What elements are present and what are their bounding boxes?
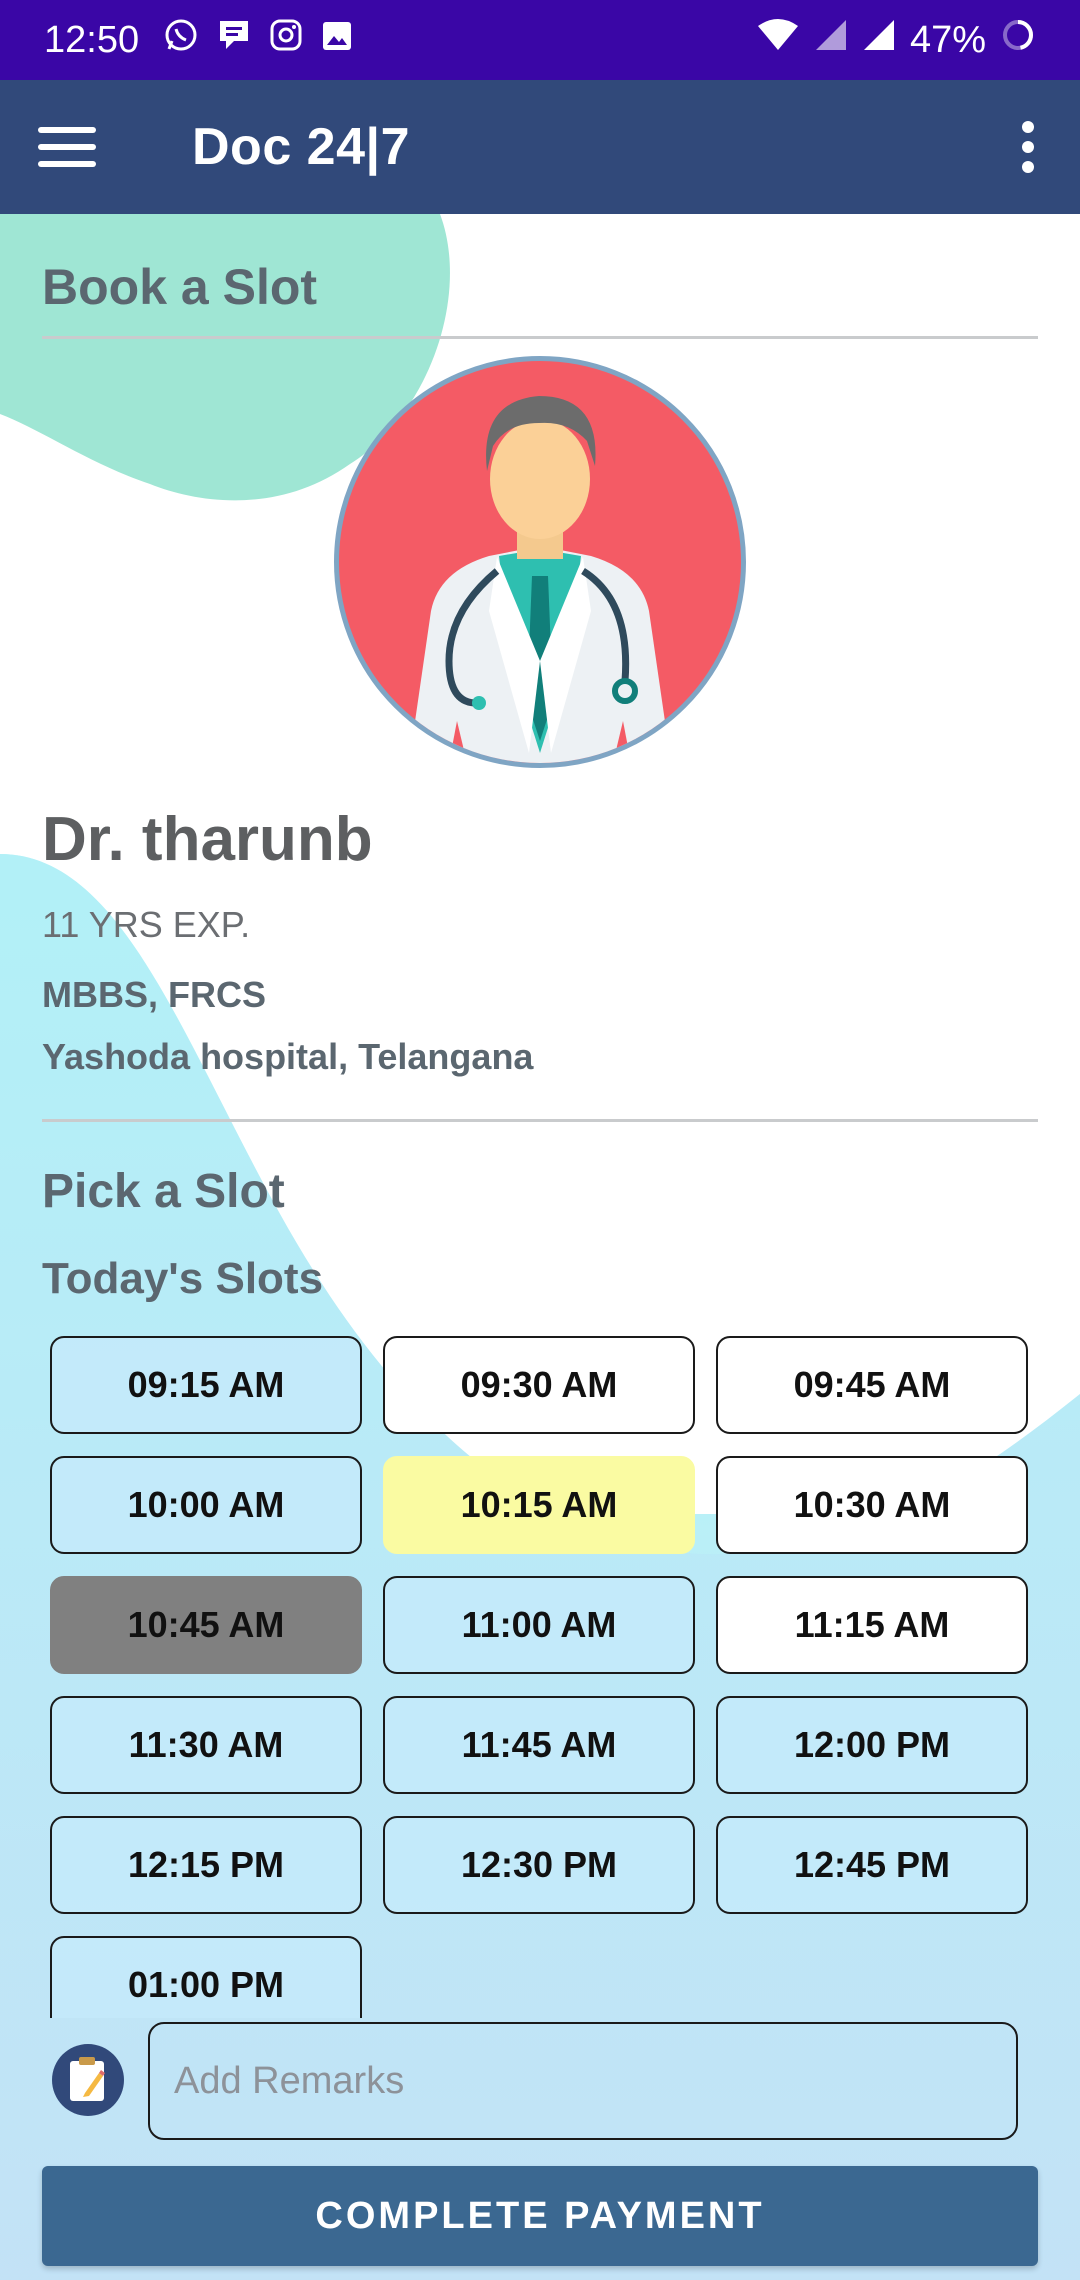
slot-button[interactable]: 01:00 PM — [50, 1936, 362, 2018]
message-icon — [217, 17, 251, 63]
slot-button[interactable]: 11:30 AM — [50, 1696, 362, 1794]
slot-button[interactable]: 10:00 AM — [50, 1456, 362, 1554]
status-time: 12:50 — [44, 18, 140, 61]
complete-payment-button[interactable]: COMPLETE PAYMENT — [42, 2166, 1038, 2266]
app-bar: Doc 24|7 — [0, 80, 1080, 214]
slot-button[interactable]: 11:45 AM — [383, 1696, 695, 1794]
doctor-experience: 11 YRS EXP. — [42, 904, 251, 945]
slot-button[interactable]: 09:45 AM — [716, 1336, 1028, 1434]
doctor-name: Dr. tharunb — [42, 805, 373, 874]
hamburger-menu-icon[interactable] — [38, 127, 96, 167]
slot-button[interactable]: 12:00 PM — [716, 1696, 1028, 1794]
slot-button[interactable]: 11:00 AM — [383, 1576, 695, 1674]
slot-button[interactable]: 12:15 PM — [50, 1816, 362, 1914]
slot-grid: 09:15 AM 09:30 AM 09:45 AM 10:00 AM 10:1… — [50, 1336, 1030, 2018]
wifi-icon — [756, 18, 800, 62]
app-title: Doc 24|7 — [192, 118, 410, 176]
todays-slots-title: Today's Slots — [42, 1254, 324, 1303]
gallery-icon — [321, 19, 353, 62]
doctor-degrees: MBBS, FRCS — [42, 974, 266, 1015]
slot-button-selected[interactable]: 10:15 AM — [383, 1456, 695, 1554]
doctor-illustration-icon — [409, 396, 671, 763]
pick-slot-title: Pick a Slot — [42, 1165, 285, 1218]
slot-button[interactable]: 12:45 PM — [716, 1816, 1028, 1914]
battery-percent: 47% — [909, 18, 986, 61]
signal-icon — [814, 18, 848, 62]
instagram-icon — [269, 18, 303, 62]
slot-button[interactable]: 10:30 AM — [716, 1456, 1028, 1554]
slot-button[interactable]: 11:15 AM — [716, 1576, 1028, 1674]
doctor-avatar — [334, 356, 746, 768]
slot-button[interactable]: 09:15 AM — [50, 1336, 362, 1434]
slot-button[interactable]: 09:30 AM — [383, 1336, 695, 1434]
doctor-hospital: Yashoda hospital, Telangana — [42, 1036, 534, 1077]
divider — [42, 336, 1038, 339]
status-bar: 12:50 47% — [0, 0, 1080, 80]
booking-content: Book a Slot Dr. tharunb 11 YRS EXP. MBBS… — [0, 214, 1080, 2280]
slot-button-booked[interactable]: 10:45 AM — [50, 1576, 362, 1674]
overflow-menu-icon[interactable] — [1022, 121, 1034, 173]
slot-button[interactable]: 12:30 PM — [383, 1816, 695, 1914]
signal-icon — [862, 18, 896, 62]
clipboard-icon — [52, 2044, 124, 2116]
remarks-input[interactable] — [148, 2022, 1018, 2140]
whatsapp-icon — [163, 17, 199, 63]
battery-icon — [1000, 17, 1036, 63]
divider — [42, 1119, 1038, 1122]
book-slot-title: Book a Slot — [42, 259, 318, 315]
